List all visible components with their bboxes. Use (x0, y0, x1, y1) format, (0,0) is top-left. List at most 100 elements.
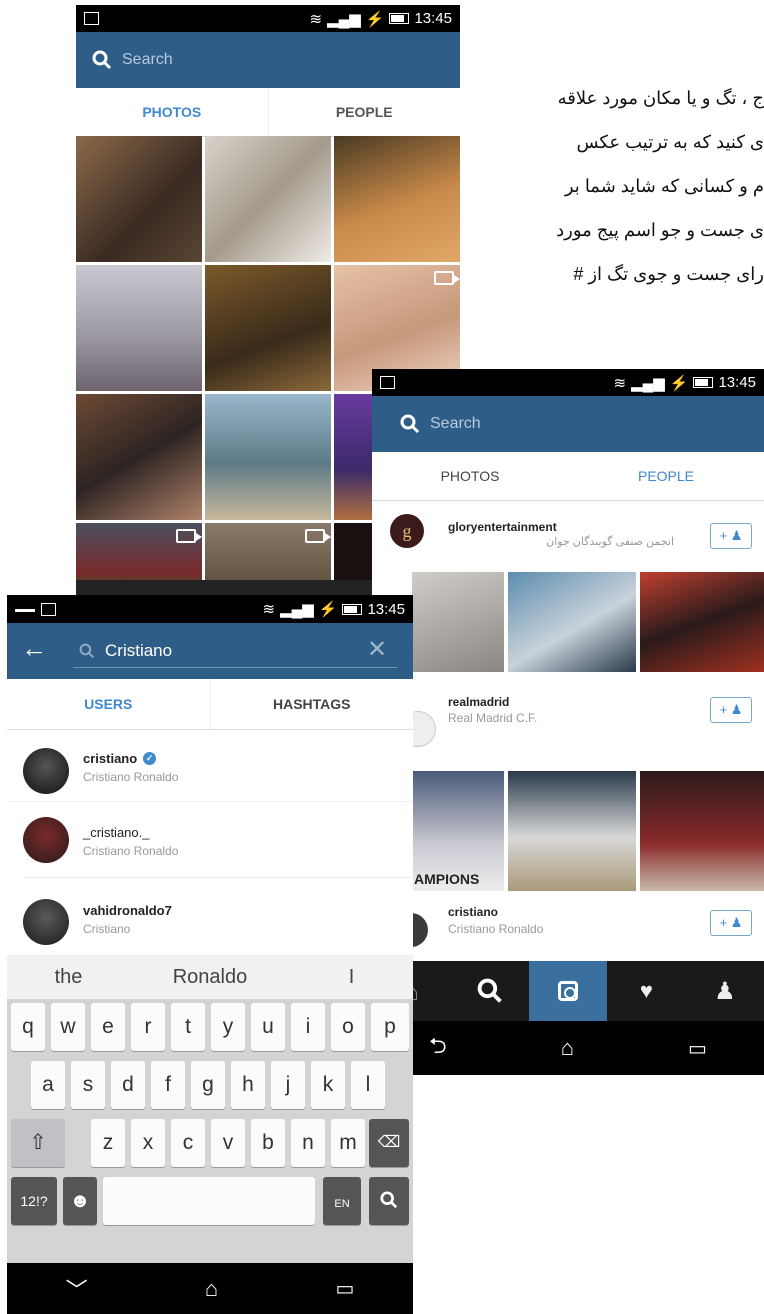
tab-people[interactable]: PEOPLE (269, 88, 461, 136)
status-time: 13:45 (718, 374, 756, 391)
photo-tile[interactable] (205, 394, 331, 520)
wifi-icon: ≋ (262, 601, 276, 618)
photo-tile[interactable]: AMPIONS (412, 771, 504, 891)
key[interactable]: d (111, 1061, 145, 1109)
photo-tile[interactable] (76, 394, 202, 520)
suggestion[interactable]: I (290, 966, 413, 989)
search-bar[interactable]: Search (372, 396, 764, 452)
search-icon (400, 414, 420, 434)
key[interactable]: g (191, 1061, 225, 1109)
recents-icon[interactable]: ▭ (335, 1276, 354, 1301)
key[interactable]: l (351, 1061, 385, 1109)
photo-tile[interactable] (205, 265, 331, 391)
tab-users[interactable]: USERS (7, 679, 211, 729)
photo-tile[interactable] (412, 572, 504, 672)
picture-icon (380, 376, 395, 389)
home-nav-icon[interactable]: ⌂ (561, 1035, 574, 1061)
photo-caption: AMPIONS (414, 871, 480, 887)
video-icon (176, 529, 202, 543)
key[interactable]: m (331, 1119, 365, 1167)
list-item[interactable]: g gloryentertainment انجمن صنفی گویندگان… (372, 500, 764, 564)
key[interactable]: i (291, 1003, 325, 1051)
key[interactable]: s (71, 1061, 105, 1109)
search-input[interactable]: Cristiano (105, 641, 172, 661)
fullname: Real Madrid C.F. (448, 711, 538, 725)
key[interactable]: a (31, 1061, 65, 1109)
search-tab-icon[interactable] (450, 961, 528, 1021)
photo-tile[interactable] (76, 265, 202, 391)
hide-keyboard-icon[interactable]: ﹀ (66, 1273, 88, 1305)
key[interactable]: y (211, 1003, 245, 1051)
back-icon[interactable]: ⮌ (429, 1029, 447, 1067)
list-item[interactable]: cristiano Cristiano Ronaldo + ♟ (372, 895, 764, 961)
farsi-line-1: ج ، تگ و یا مکان مورد علاقه (557, 88, 764, 108)
space-key[interactable] (103, 1177, 315, 1225)
tab-photos[interactable]: PHOTOS (372, 452, 568, 500)
photo-tile[interactable] (508, 771, 636, 891)
follow-button[interactable]: + ♟ (710, 523, 752, 549)
tab-photos[interactable]: PHOTOS (76, 88, 269, 136)
photo-tile[interactable] (640, 771, 764, 891)
list-item[interactable]: vahidronaldo7 Cristiano (23, 877, 413, 955)
follow-button[interactable]: + ♟ (710, 910, 752, 936)
key[interactable]: e (91, 1003, 125, 1051)
key[interactable]: o (331, 1003, 365, 1051)
key[interactable]: n (291, 1119, 325, 1167)
profile-icon[interactable]: ♟ (686, 961, 764, 1021)
search-icon (380, 1191, 398, 1209)
tab-hashtags[interactable]: HASHTAGS (211, 679, 414, 729)
key[interactable]: k (311, 1061, 345, 1109)
key[interactable]: j (271, 1061, 305, 1109)
key[interactable]: h (231, 1061, 265, 1109)
username: cristiano (83, 751, 138, 766)
signal-icon: ▂▄▆ (327, 10, 361, 28)
key[interactable]: p (371, 1003, 409, 1051)
clear-icon[interactable]: ✕ (367, 635, 387, 664)
photo-tile[interactable] (205, 136, 331, 262)
list-item[interactable]: _cristiano._ Cristiano Ronaldo (23, 801, 413, 878)
picture-icon (41, 602, 56, 616)
key[interactable]: u (251, 1003, 285, 1051)
search-header: ← Cristiano ✕ (7, 623, 413, 679)
key[interactable]: v (211, 1119, 245, 1167)
key[interactable]: c (171, 1119, 205, 1167)
key[interactable]: w (51, 1003, 85, 1051)
tab-people[interactable]: PEOPLE (568, 452, 764, 500)
photo-tile[interactable] (508, 572, 636, 672)
search-bar[interactable]: Search (76, 32, 460, 88)
home-nav-icon[interactable]: ⌂ (205, 1276, 218, 1302)
shift-key[interactable]: ⇧ (11, 1119, 65, 1167)
photo-tile[interactable] (76, 136, 202, 262)
backspace-key[interactable]: ⌫ (369, 1119, 409, 1167)
follow-button[interactable]: + ♟ (710, 697, 752, 723)
key[interactable]: z (91, 1119, 125, 1167)
sim-icon: ▬▬ (15, 603, 35, 615)
farsi-line-5: رای جست و جوی تگ از # (573, 264, 764, 284)
username: cristiano (448, 905, 499, 919)
emoji-icon[interactable]: ☻ (63, 1177, 97, 1225)
username: vahidronaldo7 (83, 903, 172, 918)
photo-tile[interactable] (640, 572, 764, 672)
recents-icon[interactable]: ▭ (688, 1036, 707, 1061)
key[interactable]: t (171, 1003, 205, 1051)
list-item[interactable]: realmadrid Real Madrid C.F. + ♟ (372, 675, 764, 767)
search-underline (73, 667, 397, 668)
language-key[interactable]: EN (323, 1177, 361, 1225)
back-arrow-icon[interactable]: ← (21, 633, 47, 664)
suggestion[interactable]: the (7, 966, 130, 989)
key[interactable]: f (151, 1061, 185, 1109)
camera-icon[interactable] (528, 961, 608, 1021)
keyboard: the Ronaldo I q w e r t y u i o p a s d … (7, 955, 413, 1263)
battery-icon (389, 13, 410, 24)
activity-icon[interactable]: ♥ (607, 961, 685, 1021)
symbols-key[interactable]: 12!? (11, 1177, 57, 1225)
photo-tile[interactable] (334, 136, 460, 262)
key[interactable]: r (131, 1003, 165, 1051)
key[interactable]: q (11, 1003, 45, 1051)
bottom-tab-bar: ⌂ ♥ ♟ (372, 961, 764, 1021)
suggestion[interactable]: Ronaldo (130, 966, 290, 989)
list-item[interactable]: cristiano ✓ Cristiano Ronaldo (7, 729, 413, 802)
key[interactable]: b (251, 1119, 285, 1167)
key[interactable]: x (131, 1119, 165, 1167)
search-key[interactable] (369, 1177, 409, 1225)
